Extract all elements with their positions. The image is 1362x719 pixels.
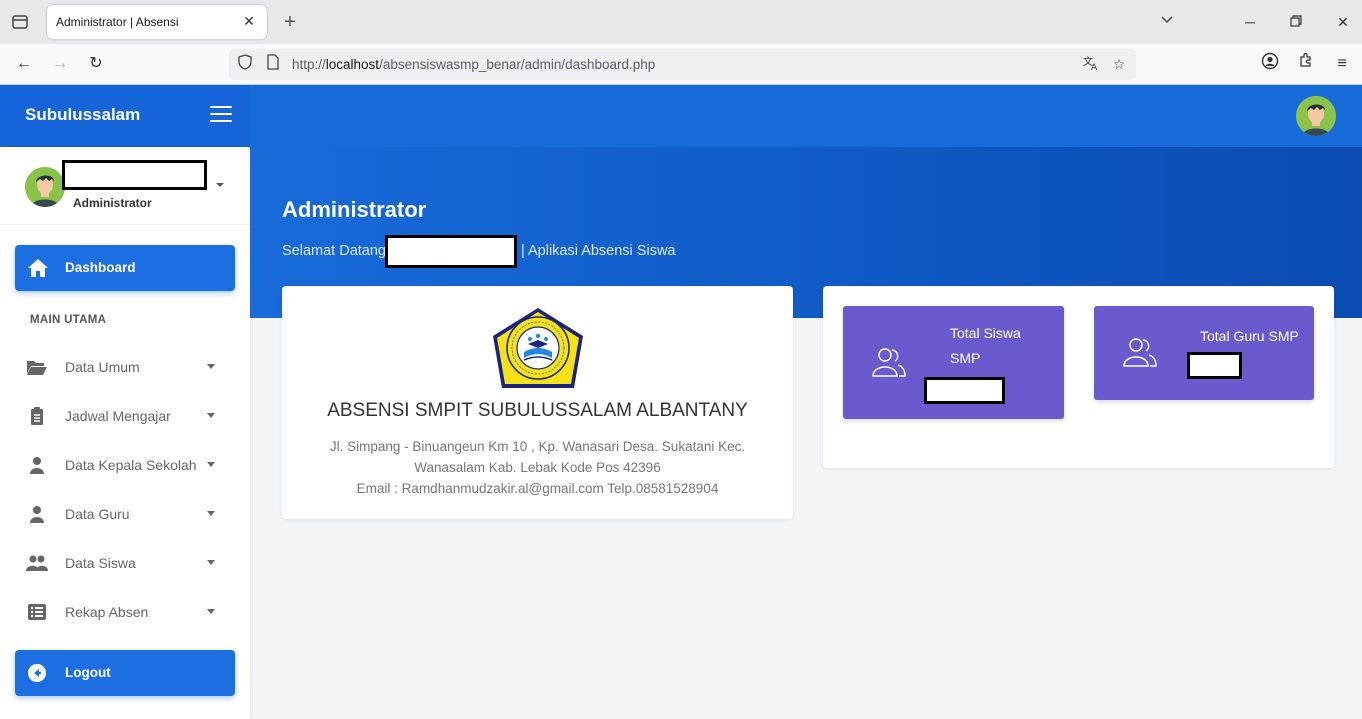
extensions-icon[interactable] bbox=[1294, 52, 1318, 76]
user-icon bbox=[26, 505, 48, 523]
redacted-user-name bbox=[62, 160, 207, 190]
users-outline-icon bbox=[871, 346, 907, 378]
translate-icon[interactable]: 文A bbox=[1081, 54, 1101, 74]
restore-icon[interactable] bbox=[1284, 10, 1308, 34]
stats-card: Total Siswa SMP Total Guru SMP bbox=[823, 286, 1334, 468]
tab-title: Administrator | Absensi bbox=[56, 15, 179, 29]
url-text: http://localhost/absensiswasmp_benar/adm… bbox=[292, 57, 656, 72]
sidebar-item-label: Dashboard bbox=[65, 260, 136, 275]
redacted-total-siswa bbox=[924, 377, 1005, 404]
school-address: Jl. Simpang - Binuangeun Km 10 , Kp. Wan… bbox=[322, 436, 753, 499]
school-contact: Email : Ramdhanmudzakir.al@gmail.com Tel… bbox=[356, 481, 719, 496]
total-guru-label: Total Guru SMP bbox=[1200, 328, 1299, 344]
sidebar-item-data-guru[interactable]: Data Guru bbox=[15, 494, 235, 534]
sidebar-item-dashboard[interactable]: Dashboard bbox=[15, 245, 235, 291]
svg-text:A: A bbox=[1091, 63, 1098, 72]
list-icon bbox=[26, 603, 48, 621]
user-panel: Administrator bbox=[0, 147, 250, 225]
browser-tab-bar: Administrator | Absensi ✕ + ─ ✕ bbox=[0, 0, 1362, 44]
redacted-welcome-name bbox=[385, 235, 517, 268]
total-siswa-label: Total Siswa SMP bbox=[950, 325, 1021, 366]
bookmark-star-icon[interactable]: ☆ bbox=[1109, 54, 1129, 74]
brand-name: Subulussalam bbox=[25, 105, 141, 124]
sidebar-item-data-umum[interactable]: Data Umum bbox=[15, 347, 235, 387]
tab-list-icon[interactable] bbox=[10, 12, 30, 32]
chevron-down-icon bbox=[207, 511, 215, 516]
header-avatar[interactable] bbox=[1296, 96, 1336, 136]
chevron-down-icon bbox=[207, 560, 215, 565]
app-menu-icon[interactable]: ≡ bbox=[1330, 52, 1354, 76]
browser-tab[interactable]: Administrator | Absensi ✕ bbox=[47, 5, 267, 39]
folder-open-icon bbox=[26, 358, 48, 376]
address-bar[interactable]: http://localhost/absensiswasmp_benar/adm… bbox=[229, 49, 1136, 80]
new-tab-icon[interactable]: + bbox=[280, 10, 300, 34]
sidebar-item-data-kepala-sekolah[interactable]: Data Kepala Sekolah bbox=[15, 445, 235, 485]
account-icon[interactable] bbox=[1258, 52, 1282, 76]
clipboard-icon bbox=[26, 407, 48, 425]
forward-icon[interactable]: → bbox=[48, 52, 72, 76]
welcome-text: Selamat Datang, bbox=[282, 243, 391, 259]
minimize-icon[interactable]: ─ bbox=[1238, 10, 1262, 34]
school-name: ABSENSI SMPIT SUBULUSSALAM ALBANTANY bbox=[327, 400, 748, 421]
chevron-down-icon bbox=[207, 364, 215, 369]
school-info-card: ABSENSI SMPIT SUBULUSSALAM ALBANTANY Jl.… bbox=[282, 286, 793, 519]
logout-button[interactable]: Logout bbox=[15, 650, 235, 696]
users-icon bbox=[26, 554, 48, 572]
shield-icon[interactable] bbox=[235, 54, 255, 74]
sidebar-item-rekap-absen[interactable]: Rekap Absen bbox=[15, 592, 235, 632]
top-header bbox=[250, 85, 1362, 147]
page-icon[interactable] bbox=[263, 54, 283, 74]
sidebar: Administrator Dashboard MAIN UTAMA Data … bbox=[0, 147, 250, 719]
total-guru-box[interactable]: Total Guru SMP bbox=[1094, 306, 1314, 400]
chevron-down-icon bbox=[207, 462, 215, 467]
home-icon bbox=[27, 258, 49, 278]
browser-nav-bar: ← → ↻ http://localhost/absensiswasmp_ben… bbox=[0, 44, 1362, 85]
tab-close-icon[interactable]: ✕ bbox=[239, 11, 259, 31]
back-icon[interactable]: ← bbox=[12, 52, 36, 76]
reload-icon[interactable]: ↻ bbox=[84, 52, 108, 76]
arrow-left-circle-icon bbox=[28, 664, 46, 682]
sidebar-item-data-siswa[interactable]: Data Siswa bbox=[15, 543, 235, 583]
user-avatar bbox=[25, 167, 65, 207]
redacted-total-guru bbox=[1187, 352, 1242, 379]
total-siswa-box[interactable]: Total Siswa SMP bbox=[843, 306, 1064, 419]
sidebar-item-jadwal-mengajar[interactable]: Jadwal Mengajar bbox=[15, 396, 235, 436]
tab-overflow-chevron-icon[interactable] bbox=[1155, 10, 1179, 34]
users-outline-icon bbox=[1122, 336, 1158, 368]
page-title: Administrator bbox=[282, 197, 427, 222]
chevron-down-icon bbox=[207, 609, 215, 614]
welcome-suffix: | Aplikasi Absensi Siswa bbox=[521, 243, 676, 259]
close-window-icon[interactable]: ✕ bbox=[1331, 10, 1355, 34]
user-dropdown-caret-icon[interactable] bbox=[216, 183, 224, 187]
school-logo bbox=[488, 306, 588, 396]
brand-bar: Subulussalam bbox=[0, 85, 250, 147]
user-role: Administrator bbox=[73, 196, 152, 210]
sidebar-section-title: MAIN UTAMA bbox=[30, 314, 107, 326]
app: Subulussalam Administrator Dashboard MAI… bbox=[0, 85, 1362, 719]
user-icon bbox=[26, 456, 48, 474]
hamburger-menu-icon[interactable] bbox=[210, 106, 232, 124]
chevron-down-icon bbox=[207, 413, 215, 418]
